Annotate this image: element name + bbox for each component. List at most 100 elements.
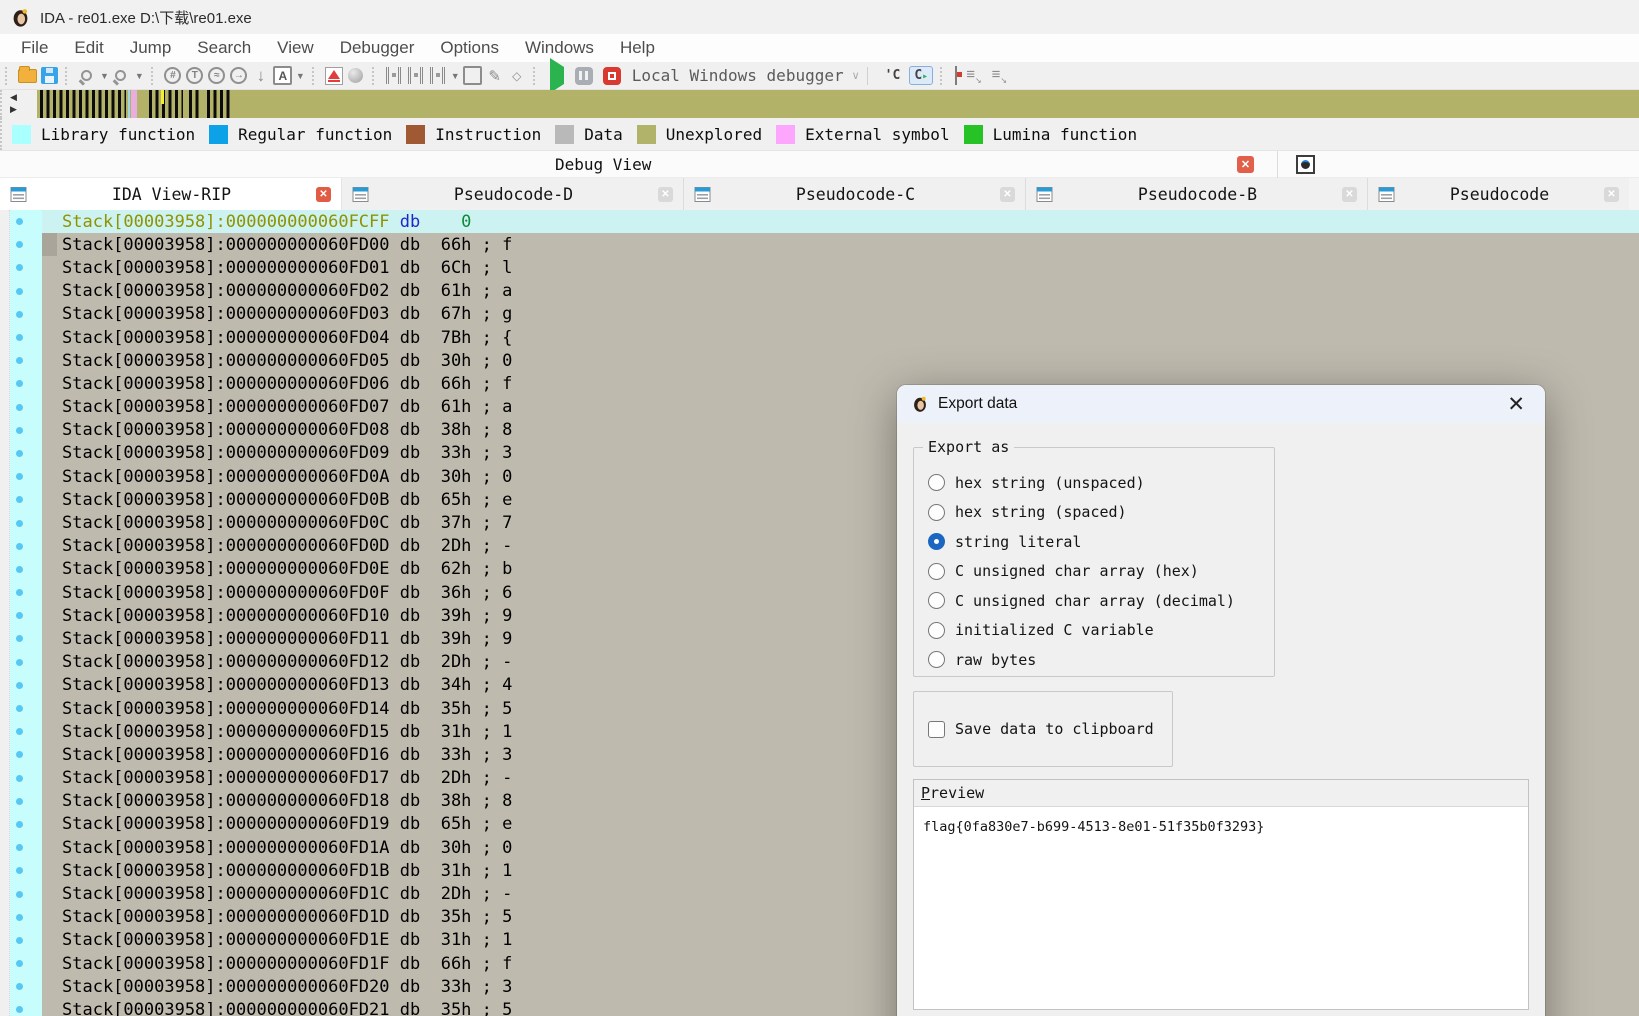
breakpoint-dot-icon[interactable] <box>16 264 23 271</box>
breakpoint-dot-icon[interactable] <box>16 357 23 364</box>
save-clipboard-checkbox[interactable] <box>928 721 945 738</box>
breakpoint-dot-icon[interactable] <box>16 311 23 318</box>
radio-button-selected[interactable] <box>928 533 945 550</box>
breakpoint-dot-icon[interactable] <box>16 450 23 457</box>
breakpoint-dot-icon[interactable] <box>16 728 23 735</box>
row-content[interactable]: Stack[00003958]:000000000060FD05 db 30h … <box>42 349 1639 372</box>
debug-view-close-button[interactable]: ✕ <box>1237 156 1254 173</box>
row-content[interactable]: Stack[00003958]:000000000060FCFF db 0 <box>42 210 1639 233</box>
export-option[interactable]: hex string (spaced) <box>928 498 1274 528</box>
listing-row[interactable]: Stack[00003958]:000000000060FD04 db 7Bh … <box>0 326 1639 349</box>
jump-down-button[interactable]: ↓ <box>251 65 271 87</box>
breakpoint-dot-icon[interactable] <box>16 983 23 990</box>
listing-row[interactable]: Stack[00003958]:000000000060FD05 db 30h … <box>0 349 1639 372</box>
breakpoint-dot-icon[interactable] <box>16 960 23 967</box>
row-content[interactable]: Stack[00003958]:000000000060FD03 db 67h … <box>42 303 1639 326</box>
desktop-layout-button[interactable] <box>951 67 961 85</box>
radio-button[interactable] <box>928 622 945 639</box>
breakpoint-dot-icon[interactable] <box>16 288 23 295</box>
row-content[interactable]: Stack[00003958]:000000000060FD04 db 7Bh … <box>42 326 1639 349</box>
row-content[interactable]: Stack[00003958]:000000000060FD00 db 66h … <box>42 233 1639 256</box>
tab-close-button[interactable]: ✕ <box>1000 187 1015 202</box>
breakpoint-dot-icon[interactable] <box>16 635 23 642</box>
listing-row[interactable]: Stack[00003958]:000000000060FD03 db 67h … <box>0 303 1639 326</box>
row-content[interactable]: Stack[00003958]:000000000060FD02 db 61h … <box>42 280 1639 303</box>
menu-item-options[interactable]: Options <box>427 36 512 60</box>
debugger-selector[interactable]: Local Windows debugger <box>632 66 844 85</box>
tab-pseudocode-c[interactable]: Pseudocode-C✕ <box>684 178 1026 210</box>
chevron-down-icon[interactable]: ∨ <box>852 69 860 82</box>
chevron-down-icon[interactable]: ▼ <box>100 71 109 81</box>
undo-jump-button[interactable] <box>77 65 97 87</box>
debugger-stop-button[interactable] <box>603 67 621 85</box>
breakpoint-dot-icon[interactable] <box>16 775 23 782</box>
radio-button[interactable] <box>928 563 945 580</box>
tab-close-button[interactable]: ✕ <box>658 187 673 202</box>
tab-close-button[interactable]: ✕ <box>1342 187 1357 202</box>
breakpoint-dot-icon[interactable] <box>16 380 23 387</box>
breakpoint-dot-icon[interactable] <box>16 496 23 503</box>
listing-row[interactable]: Stack[00003958]:000000000060FD01 db 6Ch … <box>0 256 1639 279</box>
breakpoint-dot-icon[interactable] <box>16 682 23 689</box>
breakpoint-dot-icon[interactable] <box>16 589 23 596</box>
radio-button[interactable] <box>928 651 945 668</box>
tab-close-button[interactable]: ✕ <box>1604 187 1619 202</box>
chevron-down-icon[interactable]: ▼ <box>296 71 305 81</box>
tab-pseudocode[interactable]: Pseudocode✕ <box>1368 178 1629 210</box>
jump-forward-button[interactable]: → <box>229 65 249 87</box>
chevron-down-icon[interactable]: ▼ <box>135 71 144 81</box>
jump-segment-button[interactable]: ≈ <box>207 65 227 87</box>
menu-item-windows[interactable]: Windows <box>512 36 607 60</box>
export-option[interactable]: initialized C variable <box>928 616 1274 646</box>
chevron-down-icon[interactable]: ▼ <box>451 71 460 81</box>
export-option[interactable]: string literal <box>928 527 1274 557</box>
dialog-close-button[interactable]: ✕ <box>1501 394 1531 415</box>
diamond-button[interactable]: ◇ <box>507 65 527 87</box>
text-options-button[interactable]: A <box>273 65 293 87</box>
export-option[interactable]: raw bytes <box>928 645 1274 675</box>
breakpoint-dot-icon[interactable] <box>16 543 23 550</box>
struct-button-2[interactable] <box>406 65 426 87</box>
radio-button[interactable] <box>928 504 945 521</box>
export-option[interactable]: C unsigned char array (decimal) <box>928 586 1274 616</box>
breakpoint-dot-icon[interactable] <box>16 798 23 805</box>
dialog-title-bar[interactable]: Export data ✕ <box>897 385 1545 423</box>
breakpoint-dot-icon[interactable] <box>16 844 23 851</box>
window-button-1[interactable] <box>463 65 483 87</box>
breakpoint-dot-icon[interactable] <box>16 566 23 573</box>
menu-item-view[interactable]: View <box>264 36 327 60</box>
breakpoint-button[interactable] <box>324 65 344 87</box>
struct-button-3[interactable] <box>428 65 448 87</box>
menu-item-search[interactable]: Search <box>184 36 264 60</box>
listing-row[interactable]: Stack[00003958]:000000000060FD02 db 61h … <box>0 280 1639 303</box>
scroll-left-icon[interactable]: ◀ <box>10 92 17 102</box>
menu-item-jump[interactable]: Jump <box>117 36 185 60</box>
breakpoint-dot-icon[interactable] <box>16 891 23 898</box>
listing-row[interactable]: Stack[00003958]:000000000060FCFF db 0 <box>0 210 1639 233</box>
breakpoint-dot-icon[interactable] <box>16 427 23 434</box>
run-c-button[interactable]: C▸ <box>909 66 933 85</box>
open-file-button[interactable] <box>17 65 37 87</box>
breakpoint-dot-icon[interactable] <box>16 914 23 921</box>
band-scroll-arrows[interactable]: ◀▶ <box>10 92 17 114</box>
export-option[interactable]: hex string (unspaced) <box>928 468 1274 498</box>
scroll-right-icon[interactable]: ▶ <box>10 104 17 114</box>
redo-jump-button[interactable] <box>112 65 132 87</box>
menu-item-file[interactable]: File <box>8 36 61 60</box>
export-option[interactable]: C unsigned char array (hex) <box>928 557 1274 587</box>
menu-item-help[interactable]: Help <box>607 36 668 60</box>
save-button[interactable] <box>39 65 59 87</box>
breakpoint-dot-icon[interactable] <box>16 520 23 527</box>
breakpoint-dot-icon[interactable] <box>16 937 23 944</box>
radio-button[interactable] <box>928 474 945 491</box>
tab-pseudocode-b[interactable]: Pseudocode-B✕ <box>1026 178 1368 210</box>
tree-collapse-button[interactable]: ≡↘ <box>992 66 1007 85</box>
struct-button-1[interactable] <box>384 65 404 87</box>
breakpoint-dot-icon[interactable] <box>16 473 23 480</box>
debugger-pause-button[interactable] <box>575 67 593 85</box>
edit-button[interactable]: ✎ <box>485 65 505 87</box>
breakpoint-dot-icon[interactable] <box>16 751 23 758</box>
breakpoint-dot-icon[interactable] <box>16 659 23 666</box>
debugger-start-button[interactable] <box>544 67 570 85</box>
breakpoint-dot-icon[interactable] <box>16 612 23 619</box>
